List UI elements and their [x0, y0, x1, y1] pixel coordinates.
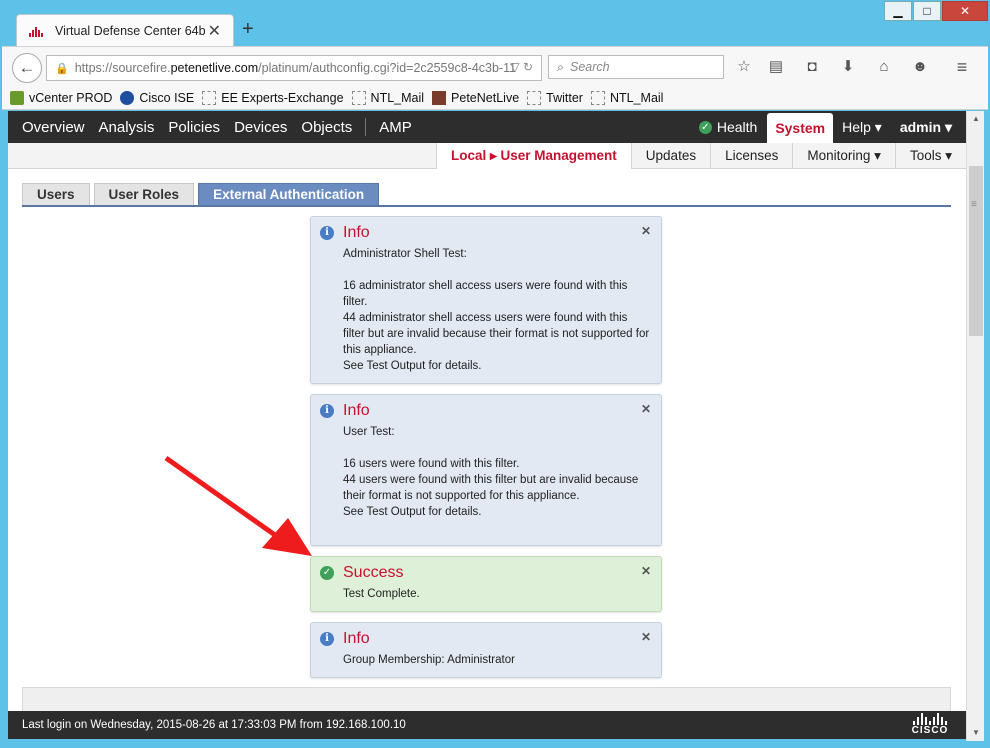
download-icon[interactable]: ⬇ [838, 57, 858, 77]
nav-amp[interactable]: AMP [372, 111, 419, 143]
url-host: petenetlive.com [170, 61, 259, 75]
message-title: Info [343, 224, 370, 241]
url-prefix: https://sourcefire. [74, 61, 171, 75]
subnav-updates[interactable]: Updates [630, 143, 710, 169]
info-message: i Info ✕ Administrator Shell Test: 16 ad… [310, 216, 662, 384]
subnav-tools[interactable]: Tools ▾ [894, 143, 966, 169]
bookmark-item[interactable]: Twitter [527, 90, 583, 105]
vcenter-icon [10, 90, 24, 105]
search-placeholder: Search [570, 60, 610, 74]
menu-icon[interactable]: ≡ [952, 57, 972, 77]
info-message: i Info ✕ User Test: 16 users were found … [310, 394, 662, 546]
url-path: /platinum/authconfig.cgi?id=2c2559c8-4c3… [258, 61, 517, 75]
nav-analysis[interactable]: Analysis [92, 111, 162, 143]
bookmark-item[interactable]: Cisco ISE [120, 90, 194, 105]
cisco-logo: CISCO [906, 713, 954, 737]
window-close-button[interactable]: ✕ [942, 1, 988, 21]
system-subnav: Local ▸ User Management Updates Licenses… [8, 143, 966, 169]
new-tab-icon[interactable]: + [242, 19, 254, 39]
home-icon[interactable]: ⌂ [874, 57, 894, 77]
minimize-button[interactable]: ▁ [884, 1, 912, 21]
message-title: Info [343, 402, 370, 419]
info-icon: i [320, 632, 334, 646]
cisco-ise-icon [120, 90, 135, 105]
main-content: Users User Roles External Authentication… [8, 169, 966, 711]
check-circle-icon: ✓ [320, 566, 334, 580]
vertical-scrollbar[interactable]: ▲ ≡ ▼ [966, 111, 984, 741]
window-titlebar: Virtual Defense Center 64b... ✕ + ▁ □ ✕ [0, 0, 990, 46]
top-navigation: Overview Analysis Policies Devices Objec… [8, 111, 966, 143]
maximize-button[interactable]: □ [913, 1, 941, 21]
grip-icon: ≡ [971, 199, 977, 210]
nav-system[interactable]: System [767, 113, 834, 143]
last-login-text: Last login on Wednesday, 2015-08-26 at 1… [22, 719, 406, 731]
close-icon[interactable]: ✕ [641, 224, 651, 238]
bookmark-item[interactable]: vCenter PROD [10, 90, 112, 105]
reading-list-icon[interactable]: ▤ [766, 57, 786, 77]
lock-icon: 🔒 [55, 62, 69, 75]
tab-external-authentication[interactable]: External Authentication [198, 183, 380, 205]
message-body: Group Membership: Administrator [343, 654, 515, 666]
scroll-thumb[interactable] [969, 166, 983, 336]
health-check-icon: ✓ [698, 120, 712, 134]
smiley-icon[interactable]: ☻ [910, 57, 930, 77]
cisco-favicon-icon [29, 25, 47, 37]
message-body: Administrator Shell Test: 16 administrat… [343, 248, 650, 372]
page-icon [590, 90, 605, 105]
tab-users[interactable]: Users [22, 183, 90, 205]
subnav-monitoring[interactable]: Monitoring ▾ [792, 143, 895, 169]
status-footer: Last login on Wednesday, 2015-08-26 at 1… [8, 711, 966, 739]
nav-divider [365, 118, 367, 136]
tab-close-icon[interactable]: ✕ [208, 21, 221, 41]
browser-navbar: ← 🔒 https://sourcefire. petenetlive.com/p… [2, 46, 988, 86]
nav-devices[interactable]: Devices [227, 111, 294, 143]
nav-objects[interactable]: Objects [294, 111, 359, 143]
browser-tab[interactable]: Virtual Defense Center 64b... ✕ [16, 14, 234, 46]
success-message: ✓ Success ✕ Test Complete. [310, 556, 662, 612]
scroll-down-icon[interactable]: ▼ [967, 725, 985, 741]
info-icon: i [320, 226, 334, 240]
message-body: User Test: 16 users were found with this… [343, 426, 639, 518]
subnav-licenses[interactable]: Licenses [710, 143, 792, 169]
window-border [0, 741, 990, 748]
page-icon [351, 90, 366, 105]
bookmark-item[interactable]: NTL_Mail [351, 90, 424, 105]
petenetlive-icon [432, 90, 447, 105]
bookmarks-bar: vCenter PROD Cisco ISE EE Experts-Exchan… [2, 86, 988, 110]
nav-health[interactable]: ✓ Health [698, 119, 757, 135]
url-bar[interactable]: 🔒 https://sourcefire. petenetlive.com/pla… [46, 55, 542, 81]
scroll-up-icon[interactable]: ▲ [967, 111, 985, 127]
bookmark-star-icon[interactable]: ☆ [734, 57, 754, 77]
nav-overview[interactable]: Overview [8, 111, 92, 143]
bookmark-item[interactable]: PeteNetLive [432, 90, 519, 105]
close-icon[interactable]: ✕ [641, 630, 651, 644]
nav-policies[interactable]: Policies [161, 111, 227, 143]
message-title: Info [343, 630, 370, 647]
message-body: Test Complete. [343, 588, 420, 600]
message-title: Success [343, 564, 404, 581]
reload-icon[interactable]: ▽ ↻ [510, 60, 533, 74]
page-icon [527, 90, 542, 105]
subnav-local-user-management[interactable]: Local ▸ User Management [435, 143, 631, 169]
pocket-icon[interactable]: ◘ [802, 57, 822, 77]
info-message: i Info ✕ Group Membership: Administrator [310, 622, 662, 678]
search-icon: ⌕ [557, 59, 565, 74]
bookmark-item[interactable]: NTL_Mail [590, 90, 663, 105]
search-input[interactable]: ⌕ Search [548, 55, 724, 79]
nav-admin-menu[interactable]: admin ▾ [891, 119, 966, 136]
form-panel [22, 687, 951, 711]
back-arrow-icon[interactable]: ← [12, 53, 42, 83]
tab-title: Virtual Defense Center 64b... [55, 23, 205, 38]
page-tabs: Users User Roles External Authentication [22, 183, 951, 207]
fmc-app: Overview Analysis Policies Devices Objec… [8, 111, 966, 711]
info-icon: i [320, 404, 334, 418]
tab-user-roles[interactable]: User Roles [93, 183, 195, 205]
page-icon [202, 90, 217, 105]
close-icon[interactable]: ✕ [641, 564, 651, 578]
bookmark-item[interactable]: EE Experts-Exchange [202, 90, 344, 105]
close-icon[interactable]: ✕ [641, 402, 651, 416]
nav-help-menu[interactable]: Help ▾ [833, 119, 891, 136]
